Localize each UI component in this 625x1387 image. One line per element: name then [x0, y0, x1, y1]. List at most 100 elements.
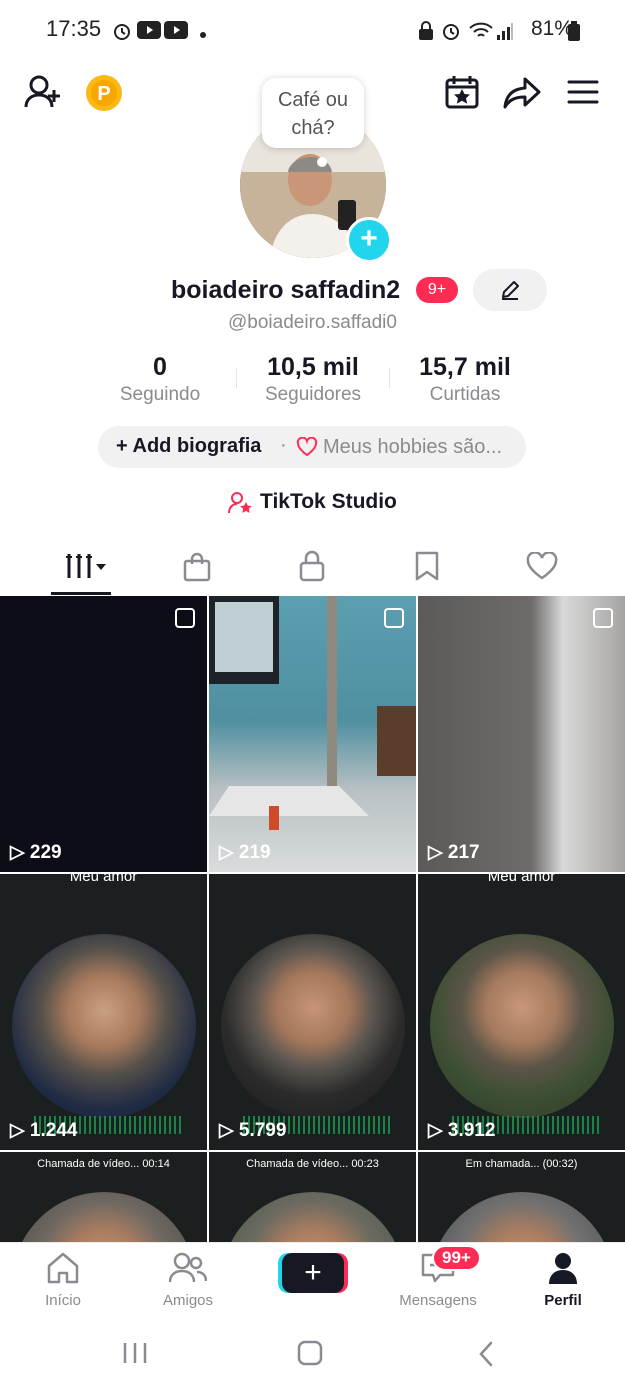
back-button[interactable] [477, 1341, 495, 1372]
profile-circle-image [12, 934, 196, 1118]
stat-followers[interactable]: 10,5 mil Seguidores [233, 353, 393, 406]
multi-post-icon [384, 608, 404, 628]
multi-post-icon [593, 608, 613, 628]
video-thumbnail[interactable]: ▷ 229 [0, 596, 207, 872]
video-thumbnail[interactable]: Chamada de vídeo... 00:14 [0, 1152, 207, 1242]
tab-private[interactable] [250, 540, 375, 596]
plus-icon: + [116, 435, 128, 457]
add-bio-label: + Add biografia [116, 435, 261, 458]
coin-icon: P [86, 75, 122, 111]
status-bar: 17:35 81% [0, 0, 625, 60]
username: boiadeiro saffadin2 [171, 276, 401, 304]
stat-label: Seguidores [264, 384, 362, 405]
pencil-icon [502, 281, 519, 300]
home-system-button[interactable] [297, 1340, 323, 1371]
video-thumbnail[interactable]: ▷ 5.799 [209, 874, 416, 1150]
youtube-icon [137, 21, 161, 44]
create-button[interactable]: + [282, 1253, 344, 1293]
multi-post-icon [175, 608, 195, 628]
video-thumbnail[interactable]: Em chamada... (00:32) [418, 1152, 625, 1242]
video-thumbnail[interactable]: Meu amor ▷ 1.244 [0, 874, 207, 1150]
home-icon [47, 1252, 79, 1284]
add-story-button[interactable]: + [346, 217, 392, 263]
recent-apps-button[interactable] [122, 1341, 148, 1370]
bubble-tail [317, 157, 327, 167]
videos-grid-icon [66, 554, 106, 578]
battery-percent: 81% [530, 17, 573, 40]
tab-videos[interactable] [20, 540, 145, 596]
thumbnail-image [209, 596, 416, 830]
shopping-bag-icon [183, 552, 211, 582]
friends-icon [168, 1252, 208, 1283]
coins-button[interactable]: P [85, 74, 123, 117]
note-text-line2: chá? [291, 117, 335, 139]
note-text-line1: Café ou [277, 89, 349, 111]
stat-likes[interactable]: 15,7 mil Curtidas [385, 353, 545, 406]
nav-label: Amigos [162, 1292, 214, 1309]
video-caption: Chamada de vídeo... 00:14 [37, 1158, 170, 1170]
svg-text:P: P [97, 83, 110, 105]
stat-label: Curtidas [429, 384, 501, 405]
view-count: ▷ 3.912 [428, 1120, 496, 1141]
stat-value: 0 [153, 353, 167, 381]
video-thumbnail[interactable]: Chamada de vídeo... 00:23 [209, 1152, 416, 1242]
hamburger-icon [567, 80, 599, 104]
studio-icon [228, 491, 254, 520]
nav-friends[interactable]: Amigos [133, 1251, 243, 1309]
calendar-button[interactable] [444, 74, 480, 115]
bookmark-icon [415, 551, 439, 581]
video-grid: ▷ 229 ▷ 219 ▷ 217 Meu amor ▷ 1.244 ▷ 5.7… [0, 596, 625, 1242]
hobbies-text: Meus hobbies são... [323, 436, 502, 458]
video-caption: Meu amor [487, 874, 556, 885]
bio-button[interactable]: + Add biografia · Meus hobbies são... [98, 426, 526, 468]
note-bubble[interactable]: Café ou chá? [262, 78, 364, 148]
tab-saved[interactable] [365, 540, 490, 596]
messages-badge: 99+ [432, 1245, 481, 1271]
share-button[interactable] [503, 76, 541, 115]
system-nav-bar [0, 1314, 625, 1387]
home-square-icon [297, 1340, 323, 1366]
battery-icon [568, 21, 580, 46]
bio-separator: · [280, 434, 287, 456]
alarm-icon [112, 21, 132, 46]
nav-label: Início [45, 1292, 81, 1309]
view-count: ▷ 217 [428, 842, 480, 863]
tiktok-studio-link[interactable]: TikTok Studio [260, 490, 397, 514]
wifi-icon [468, 21, 494, 46]
back-chevron-icon [479, 1341, 493, 1367]
nav-profile[interactable]: Perfil [508, 1251, 618, 1309]
add-bio-text: Add biografia [132, 435, 262, 457]
menu-button[interactable] [567, 79, 599, 110]
user-handle: @boiadeiro.saffadi0 [228, 312, 397, 333]
dot-icon [199, 26, 207, 44]
heart-icon [526, 552, 558, 580]
stat-value: 15,7 mil [419, 353, 511, 381]
signal-icon [496, 21, 514, 46]
tab-shop[interactable] [135, 540, 260, 596]
nav-label: Mensagens [399, 1292, 477, 1309]
nav-label: Perfil [544, 1292, 582, 1309]
lock-icon [299, 550, 325, 582]
add-friend-button[interactable] [24, 74, 62, 115]
profile-circle-image [221, 934, 405, 1118]
nav-home[interactable]: Início [8, 1251, 118, 1309]
video-caption: Meu amor [69, 874, 138, 885]
tab-liked[interactable] [480, 540, 605, 596]
bottom-nav: Início Amigos + Mensagens 99+ Perfil [0, 1242, 625, 1315]
active-tab-indicator [51, 592, 111, 595]
view-count: ▷ 229 [10, 842, 62, 863]
video-caption: Em chamada... (00:32) [465, 1158, 578, 1170]
profile-icon [549, 1253, 577, 1284]
username-badge[interactable]: 9+ [416, 277, 458, 303]
lock-status-icon [418, 21, 434, 46]
stat-following[interactable]: 0 Seguindo [80, 353, 240, 406]
video-thumbnail[interactable]: Meu amor ▷ 3.912 [418, 874, 625, 1150]
add-user-icon [24, 75, 60, 108]
video-thumbnail[interactable]: ▷ 219 [209, 596, 416, 872]
profile-circle-image [221, 1192, 405, 1242]
stat-label: Seguindo [119, 384, 201, 405]
stat-value: 10,5 mil [267, 353, 359, 381]
video-thumbnail[interactable]: ▷ 217 [418, 596, 625, 872]
clock: 17:35 [46, 16, 102, 41]
edit-profile-button[interactable] [473, 269, 547, 311]
